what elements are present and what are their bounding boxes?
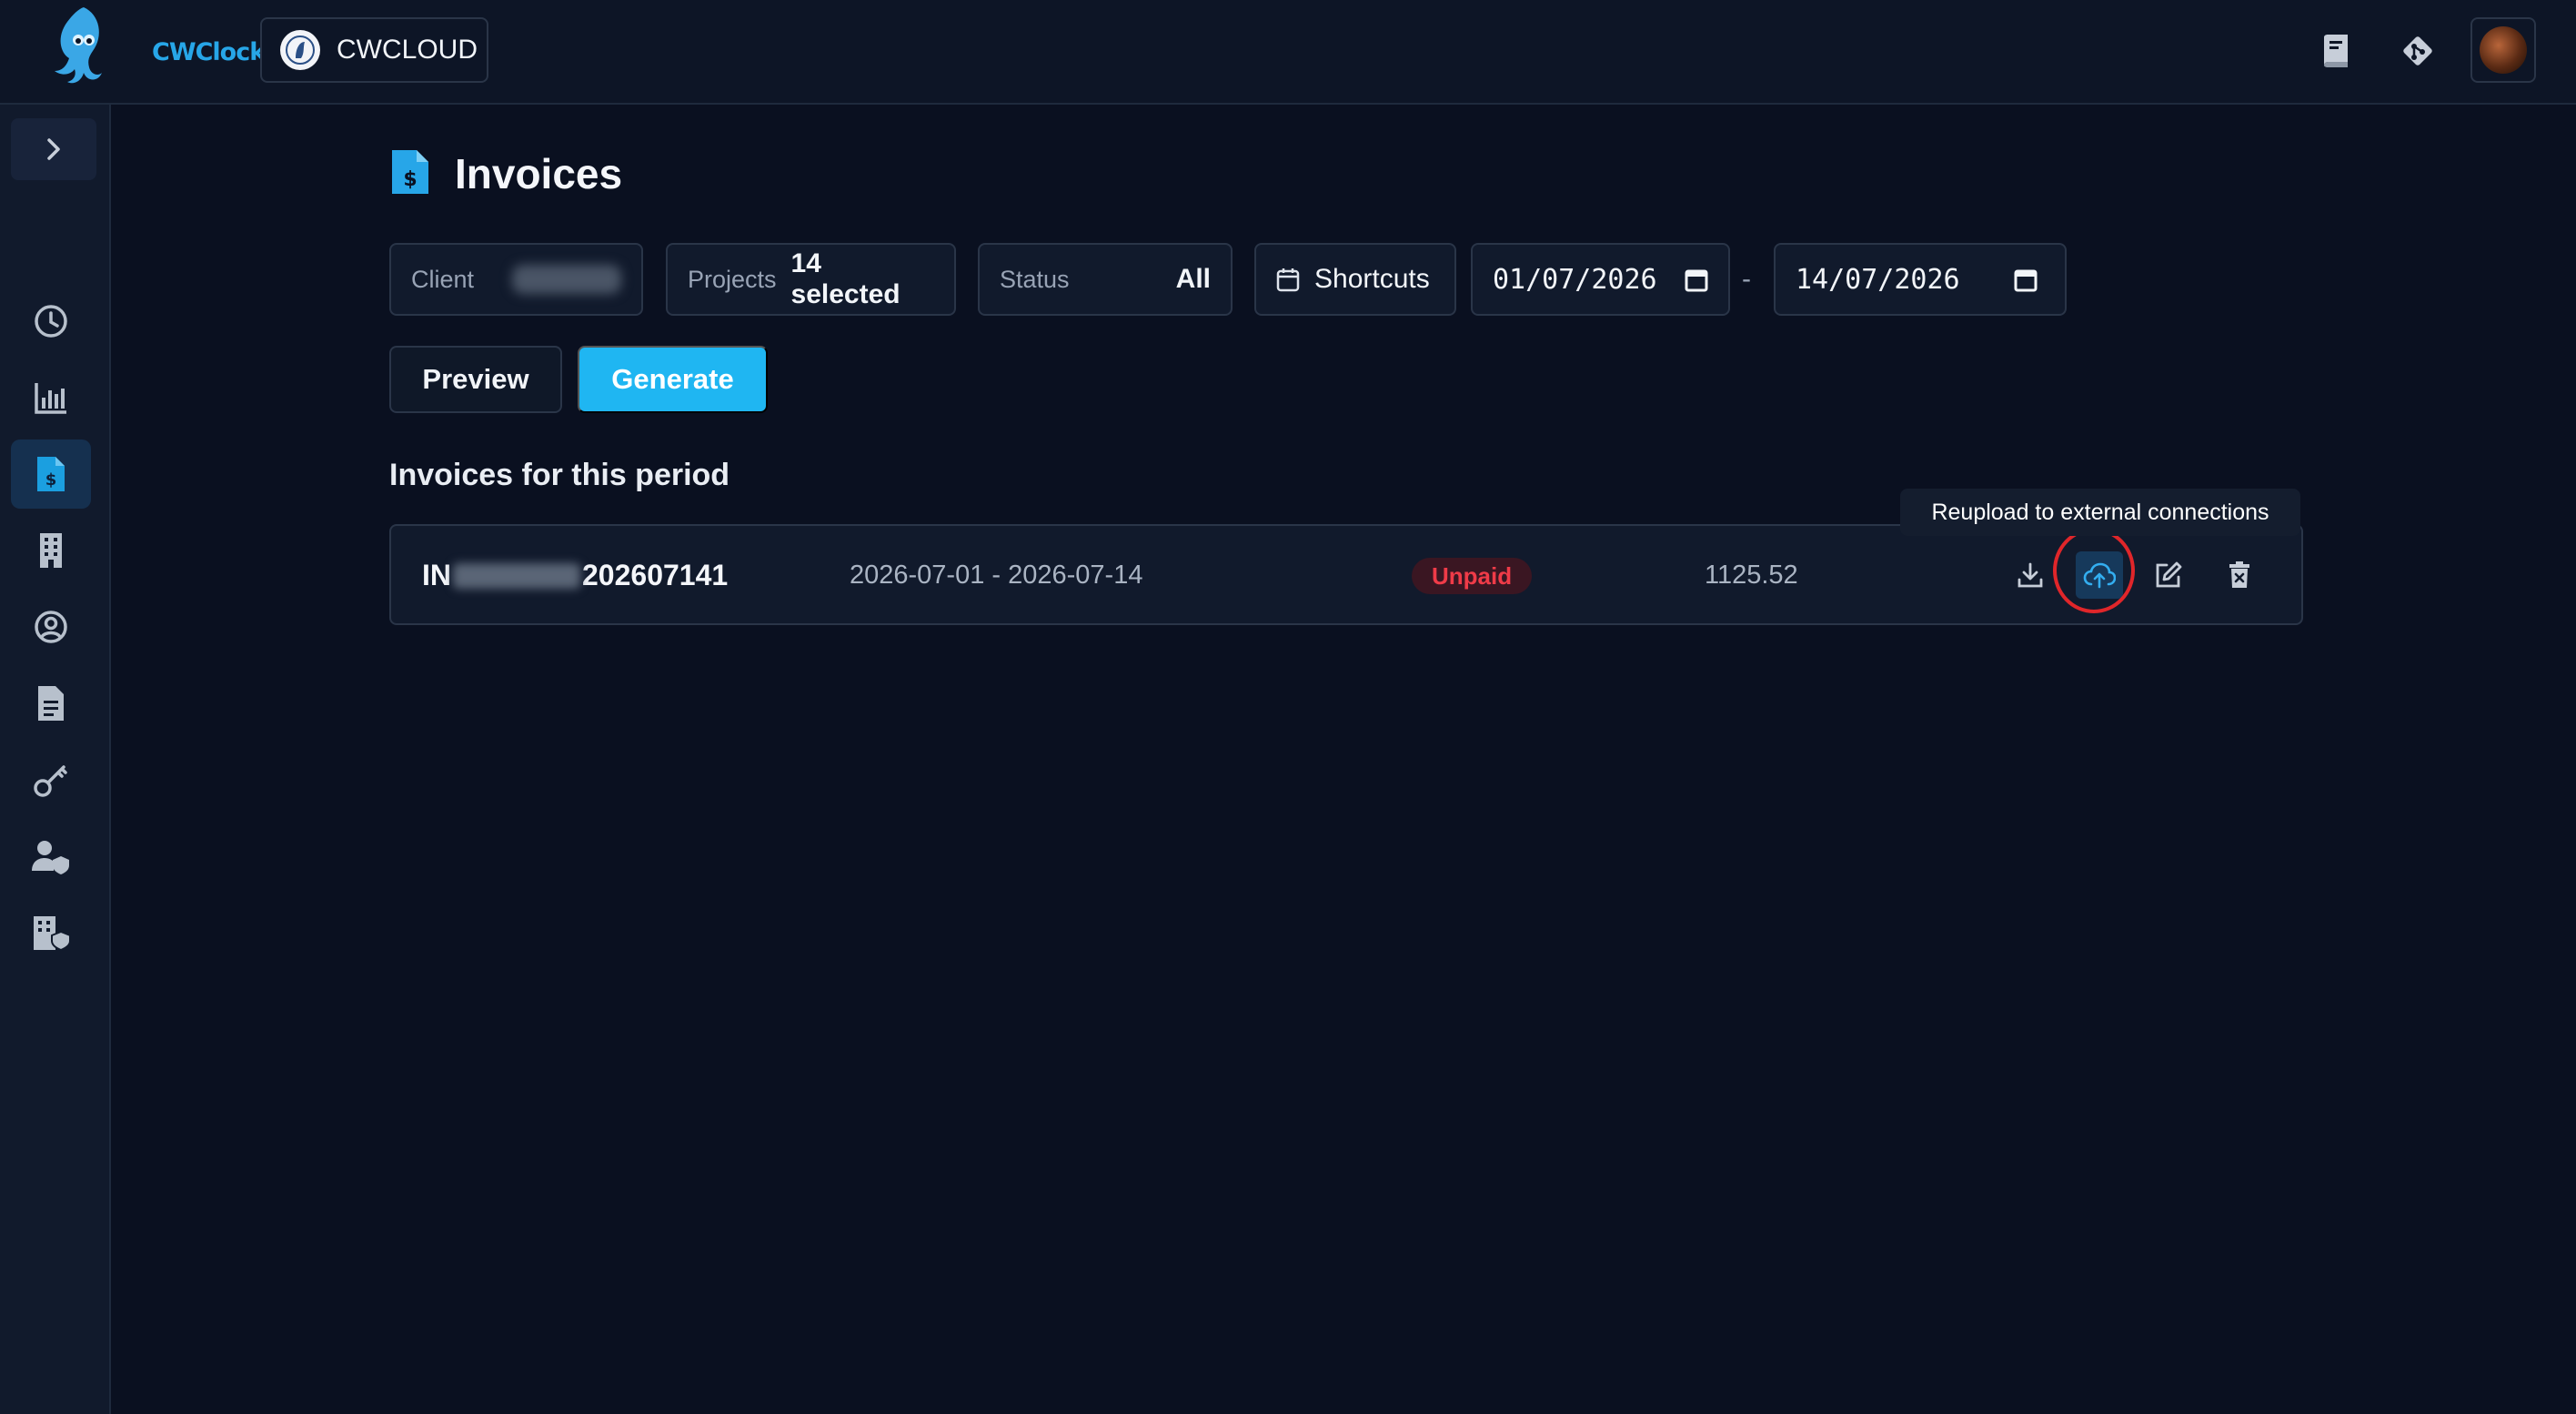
trash-icon (2229, 561, 2249, 588)
projects-filter-label: Projects (688, 265, 777, 293)
sidebar-item-org-admin[interactable] (11, 898, 91, 967)
sidebar-expand-button[interactable] (11, 118, 96, 180)
svg-text:$: $ (403, 168, 417, 191)
key-icon (34, 765, 67, 797)
svg-text:$: $ (45, 470, 57, 490)
org-logo-icon (280, 30, 320, 70)
date-range-separator: - (1742, 264, 1751, 294)
sidebar-item-time[interactable] (11, 287, 91, 356)
shortcuts-label: Shortcuts (1314, 264, 1430, 294)
reupload-tooltip: Reupload to external connections (1900, 489, 2300, 536)
date-from-input[interactable]: 01/07/2026 (1471, 243, 1730, 316)
sidebar-item-user-admin[interactable] (11, 822, 91, 891)
invoice-id: IN 202607141 (422, 559, 728, 592)
shortcuts-button[interactable]: Shortcuts (1254, 243, 1456, 316)
calendar-icon (1276, 268, 1300, 292)
invoice-id-redacted (453, 562, 580, 589)
chevron-right-icon (47, 138, 60, 160)
document-icon (38, 686, 64, 721)
preview-button[interactable]: Preview (389, 346, 562, 413)
sidebar-item-documents[interactable] (11, 669, 91, 738)
client-value-redacted (512, 265, 621, 294)
sidebar-item-clients[interactable] (11, 516, 91, 585)
invoice-period: 2026-07-01 - 2026-07-14 (850, 561, 1143, 590)
edit-button[interactable] (2145, 551, 2192, 599)
squid-logo-icon (55, 7, 102, 84)
generate-button[interactable]: Generate (578, 346, 768, 413)
user-avatar[interactable] (2470, 17, 2536, 83)
sidebar-item-api-keys[interactable] (11, 745, 91, 814)
reupload-button[interactable] (2076, 551, 2123, 599)
download-icon (2018, 562, 2043, 588)
logo-text: CWClock (152, 38, 266, 66)
org-name: CWCLOUD (337, 35, 478, 65)
sidebar-item-invoices[interactable]: $ (11, 439, 91, 509)
download-button[interactable] (2007, 551, 2054, 599)
invoice-icon: $ (392, 150, 428, 194)
invoice-id-prefix: IN (422, 559, 451, 591)
status-filter-label: Status (1000, 265, 1070, 293)
book-icon[interactable] (2312, 27, 2360, 75)
bar-chart-icon (35, 383, 66, 414)
calendar-icon (1685, 269, 1708, 292)
top-bar: CWClock CWCLOUD (0, 0, 2576, 105)
client-filter[interactable]: Client (389, 243, 643, 316)
date-to-input[interactable]: 14/07/2026 (1774, 243, 2067, 316)
projects-filter[interactable]: Projects 14 selected (666, 243, 956, 316)
user-circle-icon (35, 611, 67, 643)
invoice-icon: $ (37, 457, 65, 491)
building-shield-icon (34, 916, 71, 952)
sidebar-item-reports[interactable] (11, 363, 91, 432)
status-filter[interactable]: Status All (978, 243, 1233, 316)
clock-icon (35, 305, 67, 338)
sidebar: $ (0, 105, 111, 1414)
status-badge: Unpaid (1412, 558, 1533, 594)
invoice-id-suffix: 202607141 (582, 559, 729, 591)
invoice-amount: 1125.52 (1705, 561, 1798, 590)
table-row: IN 202607141 2026-07-01 - 2026-07-14 Unp… (389, 524, 2303, 625)
calendar-icon (2014, 269, 2038, 292)
organization-switcher[interactable]: CWCLOUD (260, 17, 488, 83)
page-title: Invoices (455, 150, 623, 197)
date-from-value: 01/07/2026 (1493, 263, 1657, 296)
edit-icon (2156, 561, 2182, 588)
invoices-section-title: Invoices for this period (389, 458, 730, 492)
git-icon[interactable] (2394, 27, 2441, 75)
building-icon (40, 533, 62, 568)
projects-filter-value: 14 selected (790, 248, 901, 309)
client-filter-label: Client (411, 265, 475, 293)
delete-button[interactable] (2216, 551, 2263, 599)
user-shield-icon (32, 841, 69, 874)
avatar-image (2480, 26, 2527, 74)
date-to-value: 14/07/2026 (1796, 263, 1960, 296)
sidebar-item-profile[interactable] (11, 592, 91, 662)
status-filter-value: All (1175, 264, 1211, 294)
app-logo[interactable]: CWClock (47, 4, 266, 91)
cloud-upload-icon (2083, 562, 2116, 589)
